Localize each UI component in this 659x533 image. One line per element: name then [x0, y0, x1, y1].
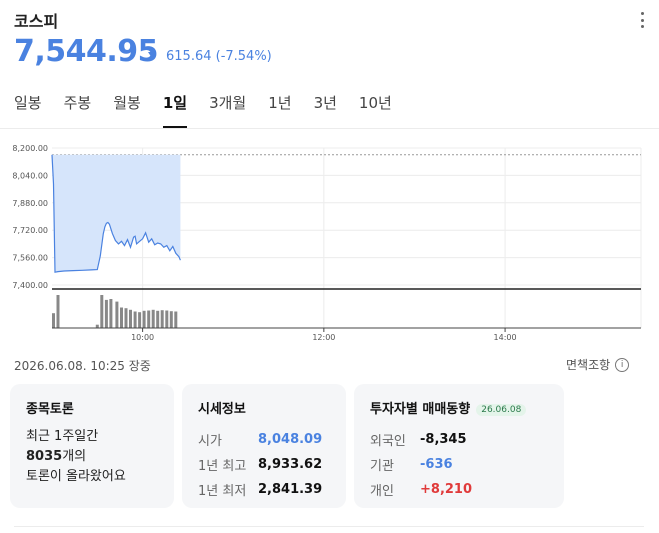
volume-bar	[165, 310, 169, 328]
volume-bar	[115, 301, 119, 328]
x-axis-labels: 10:00 12:00 14:00	[131, 328, 517, 342]
y-tick-label: 7,400.00	[12, 281, 48, 290]
open-price-row: 시가 8,048.09	[198, 427, 330, 452]
disclaimer-label: 면책조항	[566, 358, 611, 372]
volume-bar	[120, 307, 123, 328]
volume-bar	[147, 310, 151, 328]
open-price-value: 8,048.09	[258, 432, 323, 447]
foreign-row: 외국인 -8,345	[370, 427, 548, 452]
disclaimer-link[interactable]: 면책조항 i	[566, 356, 630, 373]
volume-bar	[142, 310, 146, 328]
tab-3-months[interactable]: 3개월	[209, 92, 246, 128]
down-arrow-icon	[148, 52, 156, 58]
y-tick-label: 8,040.00	[12, 171, 48, 180]
volume-bar	[151, 309, 155, 328]
discussion-line-1: 최근 1주일간	[26, 429, 99, 444]
tab-daily[interactable]: 일봉	[14, 92, 42, 128]
year-low-row: 1년 최저 2,841.39	[198, 477, 330, 502]
individual-label: 개인	[370, 484, 394, 499]
volume-bar	[156, 310, 160, 328]
volume-bar	[138, 312, 142, 328]
discussion-card-title: 종목토론	[26, 402, 74, 417]
price-change: 615.64 (-7.54%)	[166, 49, 272, 64]
current-price: 7,544.95	[14, 34, 159, 69]
tab-1-day[interactable]: 1일	[162, 92, 188, 128]
volume-bar	[124, 308, 128, 328]
volume-bar	[160, 310, 164, 328]
discussion-count: 8035	[26, 449, 63, 464]
volume-bar	[129, 309, 132, 328]
individual-value: +8,210	[420, 482, 473, 497]
volume-bar	[52, 313, 55, 328]
tab-divider	[0, 128, 659, 129]
volume-bar	[169, 311, 173, 328]
volume-bar	[104, 299, 108, 328]
x-tick-label: 10:00	[131, 333, 154, 342]
tab-weekly[interactable]: 주봉	[64, 92, 92, 128]
institution-value: -636	[420, 457, 453, 472]
x-tick-label: 12:00	[312, 333, 335, 342]
x-tick-label: 14:00	[494, 333, 517, 342]
year-high-value: 8,933.62	[258, 457, 323, 472]
investor-trading-card[interactable]: 투자자별 매매동향 26.06.08 외국인 -8,345 기관 -636 개인 …	[354, 384, 564, 508]
y-axis-labels: 8,200.00 8,040.00 7,880.00 7,720.00 7,560.00…	[12, 144, 48, 290]
foreign-value: -8,345	[420, 432, 467, 447]
info-icon: i	[615, 357, 630, 372]
bottom-divider	[14, 526, 644, 527]
tab-3-years[interactable]: 3년	[314, 92, 337, 128]
discussion-card[interactable]: 종목토론 최근 1주일간 8035개의 토론이 올라왔어요	[10, 384, 174, 508]
volume-bar	[174, 311, 178, 328]
discussion-line-3: 토론이 올라왔어요	[26, 469, 126, 484]
open-price-label: 시가	[198, 434, 222, 449]
index-title: 코스피	[14, 12, 59, 31]
investor-trading-title-text: 투자자별 매매동향	[370, 402, 471, 417]
more-options-icon[interactable]	[636, 10, 648, 30]
institution-label: 기관	[370, 459, 394, 474]
volume-bar	[100, 295, 104, 328]
year-low-value: 2,841.39	[258, 482, 323, 497]
foreign-label: 외국인	[370, 434, 406, 449]
year-high-label: 1년 최고	[198, 459, 247, 474]
y-tick-label: 7,880.00	[12, 199, 48, 208]
investor-date-badge: 26.06.08	[476, 403, 527, 416]
intraday-chart[interactable]: 8,200.00 8,040.00 7,880.00 7,720.00 7,560.00…	[0, 138, 659, 348]
y-tick-label: 7,560.00	[12, 254, 48, 263]
period-tabs: 일봉 주봉 월봉 1일 3개월 1년 3년 10년	[14, 92, 414, 128]
market-info-title: 시세정보	[198, 402, 246, 417]
tab-10-years[interactable]: 10년	[359, 92, 392, 128]
volume-bars	[52, 295, 178, 328]
discussion-count-suffix: 개의	[62, 449, 87, 464]
investor-trading-title: 투자자별 매매동향 26.06.08	[370, 398, 548, 417]
y-tick-label: 7,720.00	[12, 226, 48, 235]
market-info-card[interactable]: 시세정보 시가 8,048.09 1년 최고 8,933.62 1년 최저 2,…	[182, 384, 346, 508]
volume-bar	[56, 295, 60, 328]
year-low-label: 1년 최저	[198, 484, 247, 499]
price-area	[52, 154, 181, 273]
tab-monthly[interactable]: 월봉	[113, 92, 141, 128]
volume-bar	[109, 299, 113, 328]
institution-row: 기관 -636	[370, 452, 548, 477]
volume-bar	[133, 311, 137, 328]
individual-row: 개인 +8,210	[370, 477, 548, 502]
year-high-row: 1년 최고 8,933.62	[198, 452, 330, 477]
y-tick-label: 8,200.00	[12, 144, 48, 153]
timestamp: 2026.06.08. 10:25 장중	[14, 359, 151, 373]
tab-1-year[interactable]: 1년	[268, 92, 291, 128]
